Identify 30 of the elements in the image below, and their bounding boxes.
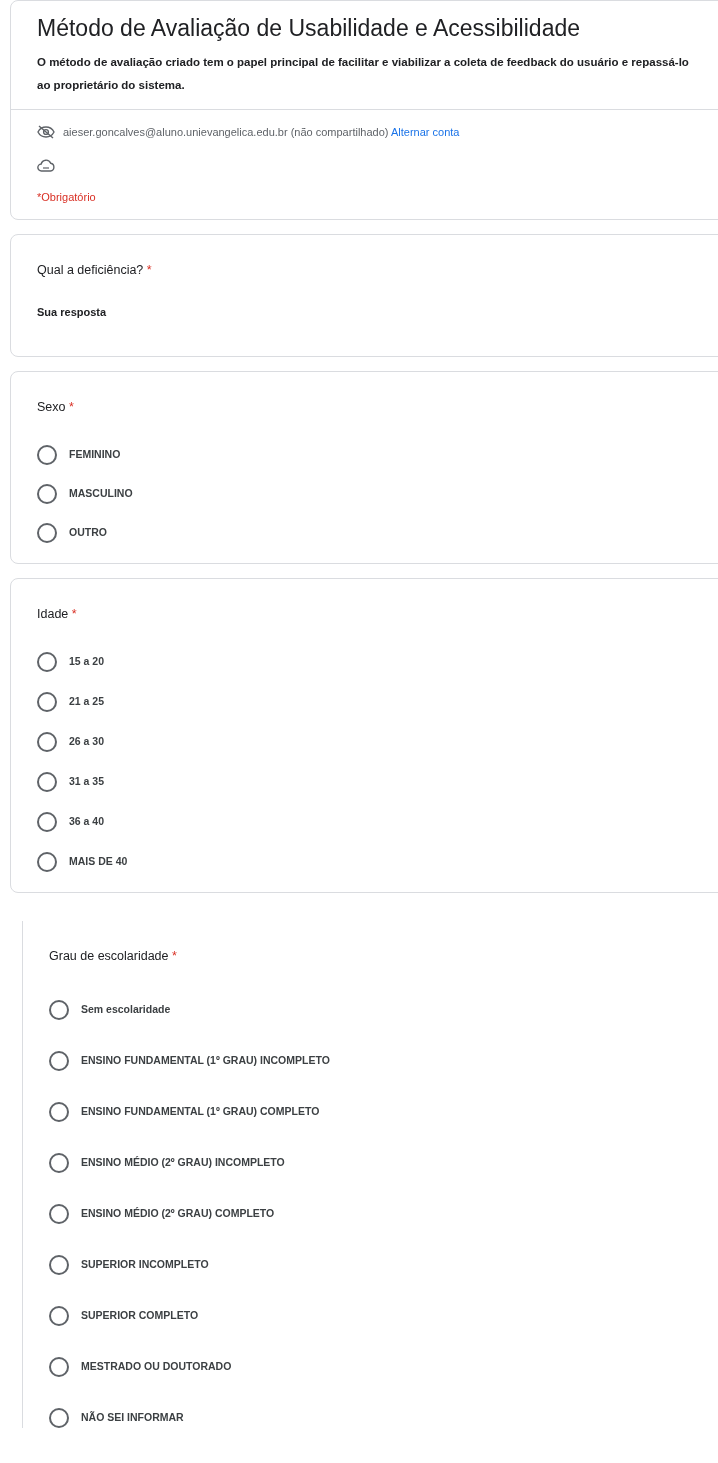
- radio-option[interactable]: FEMININO: [37, 445, 718, 466]
- radio-option[interactable]: MESTRADO OU DOUTORADO: [49, 1356, 718, 1377]
- radio-option[interactable]: 15 a 20: [37, 651, 718, 672]
- radio-option[interactable]: SUPERIOR INCOMPLETO: [49, 1254, 718, 1275]
- radio-option[interactable]: ENSINO FUNDAMENTAL (1º GRAU) INCOMPLETO: [49, 1050, 718, 1071]
- radio-option[interactable]: 21 a 25: [37, 691, 718, 712]
- question-label: Idade *: [37, 606, 78, 624]
- radio-option[interactable]: ENSINO FUNDAMENTAL (1º GRAU) COMPLETO: [49, 1101, 718, 1122]
- question-label: Sexo *: [37, 399, 75, 417]
- cloud-icon: [37, 158, 55, 172]
- radio-option[interactable]: MAIS DE 40: [37, 851, 718, 872]
- hidden-eye-icon: [37, 124, 55, 139]
- radio-option[interactable]: MASCULINO: [37, 484, 718, 505]
- form-title: Método de Avaliação de Usabilidade e Acessibilidade: [36, 14, 581, 43]
- radio-option[interactable]: NÃO SEI INFORMAR: [49, 1407, 718, 1428]
- switch-account-link[interactable]: Alternar conta: [390, 125, 460, 138]
- question-label: Grau de escolaridade *: [49, 947, 178, 965]
- account-info: aieser.goncalves@aluno.unievangelica.edu.br (não compartilhado) Alternar conta: [63, 124, 460, 140]
- radio-option[interactable]: 36 a 40: [37, 811, 718, 832]
- radio-option[interactable]: SUPERIOR COMPLETO: [49, 1305, 718, 1326]
- form-description: O método de avaliação criado tem o papel principal de facilitar e viabilizar a coleta de feedback do usuário e repassá-lo ao proprietário do sistema.: [36, 54, 690, 93]
- required-note: *Obrigatório: [36, 189, 97, 205]
- radio-option[interactable]: ENSINO MÉDIO (2º GRAU) INCOMPLETO: [49, 1152, 718, 1173]
- answer-field[interactable]: Sua resposta: [37, 303, 277, 321]
- radio-option[interactable]: OUTRO: [37, 523, 718, 544]
- radio-option[interactable]: ENSINO MÉDIO (2º GRAU) COMPLETO: [49, 1203, 718, 1224]
- question-label: Qual a deficiência? *: [37, 262, 153, 280]
- radio-option[interactable]: 31 a 35: [37, 771, 718, 792]
- radio-option[interactable]: Sem escolaridade: [49, 999, 718, 1020]
- radio-option[interactable]: 26 a 30: [37, 731, 718, 752]
